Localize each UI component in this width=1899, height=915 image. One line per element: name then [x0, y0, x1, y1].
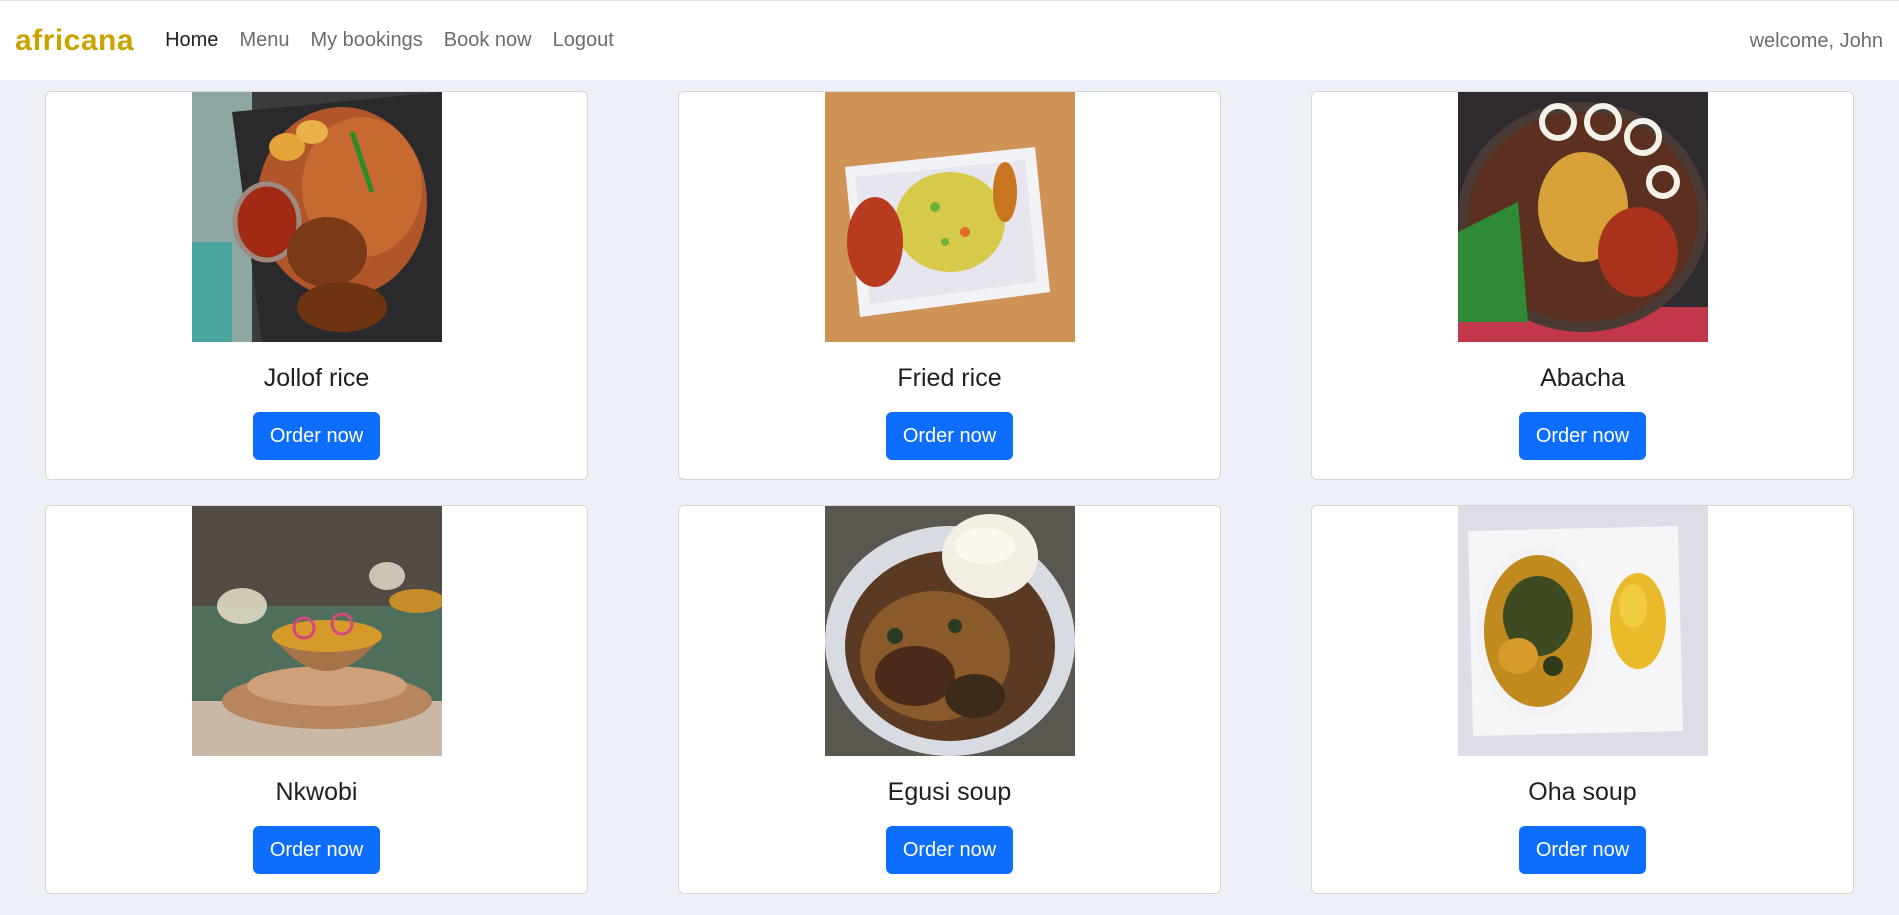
nav-link-book-now[interactable]: Book now	[444, 29, 532, 52]
nav-link-menu[interactable]: Menu	[239, 29, 289, 52]
dish-name: Abacha	[1540, 364, 1625, 392]
dish-image-oha-soup	[1458, 506, 1708, 756]
dish-card-oha-soup: Oha soup Order now	[1311, 505, 1854, 894]
order-now-button[interactable]: Order now	[1519, 826, 1646, 874]
dish-name: Jollof rice	[263, 364, 370, 392]
order-now-button[interactable]: Order now	[253, 826, 380, 874]
welcome-message: welcome, John	[1749, 30, 1883, 52]
dish-card-fried-rice: Fried rice Order now	[678, 91, 1221, 480]
dish-name: Egusi soup	[887, 778, 1012, 806]
order-now-button[interactable]: Order now	[1519, 412, 1646, 460]
nav-link-my-bookings[interactable]: My bookings	[310, 29, 422, 52]
dish-card-egusi-soup: Egusi soup Order now	[678, 505, 1221, 894]
dish-image-jollof-rice	[192, 92, 442, 342]
dish-card-abacha: Abacha Order now	[1311, 91, 1854, 480]
order-now-button[interactable]: Order now	[253, 412, 380, 460]
nav-link-home[interactable]: Home	[165, 29, 218, 52]
dish-card-nkwobi: Nkwobi Order now	[45, 505, 588, 894]
dish-image-fried-rice	[825, 92, 1075, 342]
order-now-button[interactable]: Order now	[886, 826, 1013, 874]
dish-name: Fried rice	[897, 364, 1002, 392]
dish-image-nkwobi	[192, 506, 442, 756]
dish-image-egusi-soup	[825, 506, 1075, 756]
dish-name: Nkwobi	[275, 778, 358, 806]
dish-card-jollof-rice: Jollof rice Order now	[45, 91, 588, 480]
nav-links: Home Menu My bookings Book now Logout	[165, 29, 635, 52]
dish-name: Oha soup	[1528, 778, 1637, 806]
order-now-button[interactable]: Order now	[886, 412, 1013, 460]
nav-link-logout[interactable]: Logout	[553, 29, 614, 52]
dish-image-abacha	[1458, 92, 1708, 342]
brand-logo[interactable]: africana	[15, 24, 134, 58]
top-navbar: africana Home Menu My bookings Book now …	[0, 0, 1899, 80]
